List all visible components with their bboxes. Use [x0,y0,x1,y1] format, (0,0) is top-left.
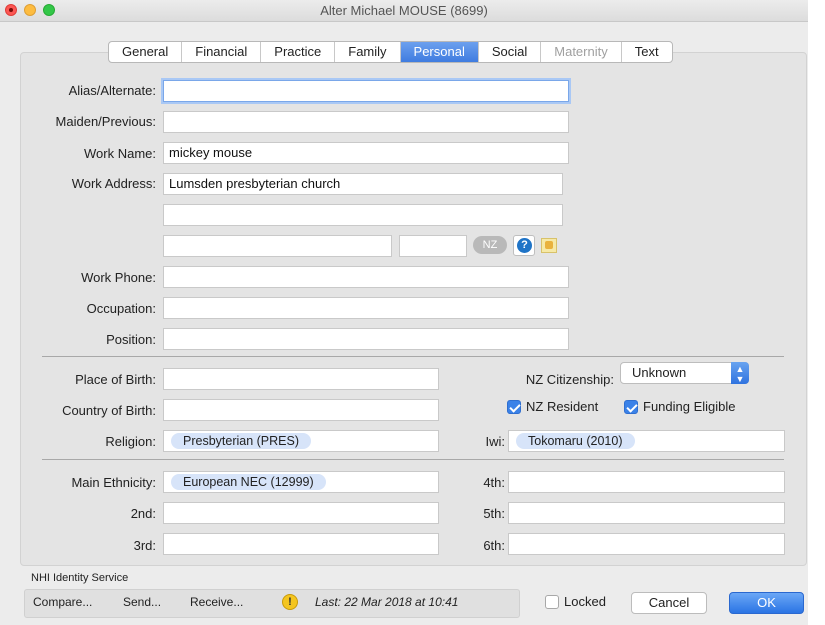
religion-input[interactable]: Presbyterian (PRES) [163,430,439,452]
tab-text[interactable]: Text [622,42,672,62]
desktop-edge [808,0,825,625]
nhi-receive-button[interactable]: Receive... [190,595,243,609]
religion-label: Religion: [105,434,156,449]
iwi-label: Iwi: [485,434,506,449]
work-address-line2-input[interactable] [163,204,563,226]
work-address-line1-input[interactable]: Lumsden presbyterian church [163,173,563,195]
work-name-label: Work Name: [84,146,156,161]
tab-personal[interactable]: Personal [400,42,479,62]
locked-checkbox[interactable]: Locked [545,594,606,609]
place-of-birth-label: Place of Birth: [75,372,156,387]
maiden-label: Maiden/Previous: [55,114,156,129]
maiden-input[interactable] [163,111,569,133]
country-of-birth-input[interactable] [163,399,439,421]
map-lookup-icon [541,238,557,253]
fifth-ethnicity-label: 5th: [483,506,505,521]
work-phone-input[interactable] [163,266,569,288]
fourth-ethnicity-input[interactable] [508,471,785,493]
third-ethnicity-input[interactable] [163,533,439,555]
cancel-button[interactable]: Cancel [631,592,707,614]
tab-social[interactable]: Social [479,42,542,62]
alias-input[interactable] [163,80,569,102]
section-divider [42,356,784,357]
occupation-label: Occupation: [86,301,156,316]
tab-family[interactable]: Family [335,42,401,62]
nz-resident-check-icon [507,399,521,414]
locked-label: Locked [564,594,606,609]
main-ethnicity-label: Main Ethnicity: [71,475,156,490]
work-address-label: Work Address: [71,176,156,191]
tab-bar: General Financial Practice Family Person… [108,41,673,63]
funding-eligible-checkbox[interactable]: Funding Eligible [624,399,736,414]
work-name-input[interactable]: mickey mouse [163,142,569,164]
nhi-send-button[interactable]: Send... [123,595,161,609]
nz-citizenship-value: Unknown [632,365,687,380]
nhi-title: NHI Identity Service [31,572,129,584]
place-of-birth-input[interactable] [163,368,439,390]
funding-eligible-check-icon [624,399,638,414]
window-titlebar: Alter Michael MOUSE (8699) [0,0,808,22]
nhi-last-sync: Last: 22 Mar 2018 at 10:41 [315,595,459,609]
nz-citizenship-select[interactable]: Unknown ▲ ▼ [620,362,749,384]
main-ethnicity-input[interactable]: European NEC (12999) [163,471,439,493]
occupation-input[interactable] [163,297,569,319]
main-ethnicity-token: European NEC (12999) [171,474,326,490]
work-phone-label: Work Phone: [81,270,156,285]
country-of-birth-label: Country of Birth: [62,403,156,418]
iwi-input[interactable]: Tokomaru (2010) [508,430,785,452]
question-icon: ? [517,238,532,253]
third-ethnicity-label: 3rd: [133,538,156,553]
tab-maternity: Maternity [541,42,622,62]
alias-label: Alias/Alternate: [68,83,156,98]
address-lookup-button[interactable] [539,235,561,256]
ethnicity-divider [42,459,784,460]
locked-check-icon [545,594,559,609]
position-label: Position: [106,332,156,347]
work-address-postcode-input[interactable] [399,235,467,257]
nz-resident-checkbox[interactable]: NZ Resident [507,399,598,414]
position-input[interactable] [163,328,569,350]
second-ethnicity-label: 2nd: [130,506,156,521]
nz-citizenship-label: NZ Citizenship: [525,372,614,387]
tab-practice[interactable]: Practice [261,42,336,62]
chevron-updown-icon: ▲ ▼ [731,362,749,384]
iwi-token: Tokomaru (2010) [516,433,635,449]
religion-token: Presbyterian (PRES) [171,433,312,449]
second-ethnicity-input[interactable] [163,502,439,524]
warning-icon: ! [282,594,298,610]
country-nz-button[interactable]: NZ [473,236,507,254]
funding-eligible-label: Funding Eligible [643,399,736,414]
ok-button[interactable]: OK [729,592,804,614]
fourth-ethnicity-label: 4th: [483,475,505,490]
nz-resident-label: NZ Resident [526,399,599,414]
fifth-ethnicity-input[interactable] [508,502,785,524]
address-help-button[interactable]: ? [513,235,535,256]
tab-financial[interactable]: Financial [182,42,262,62]
work-address-city-input[interactable] [163,235,392,257]
nhi-compare-button[interactable]: Compare... [33,595,92,609]
sixth-ethnicity-input[interactable] [508,533,785,555]
sixth-ethnicity-label: 6th: [483,538,505,553]
window-title: Alter Michael MOUSE (8699) [320,3,488,18]
tab-general[interactable]: General [109,42,183,62]
